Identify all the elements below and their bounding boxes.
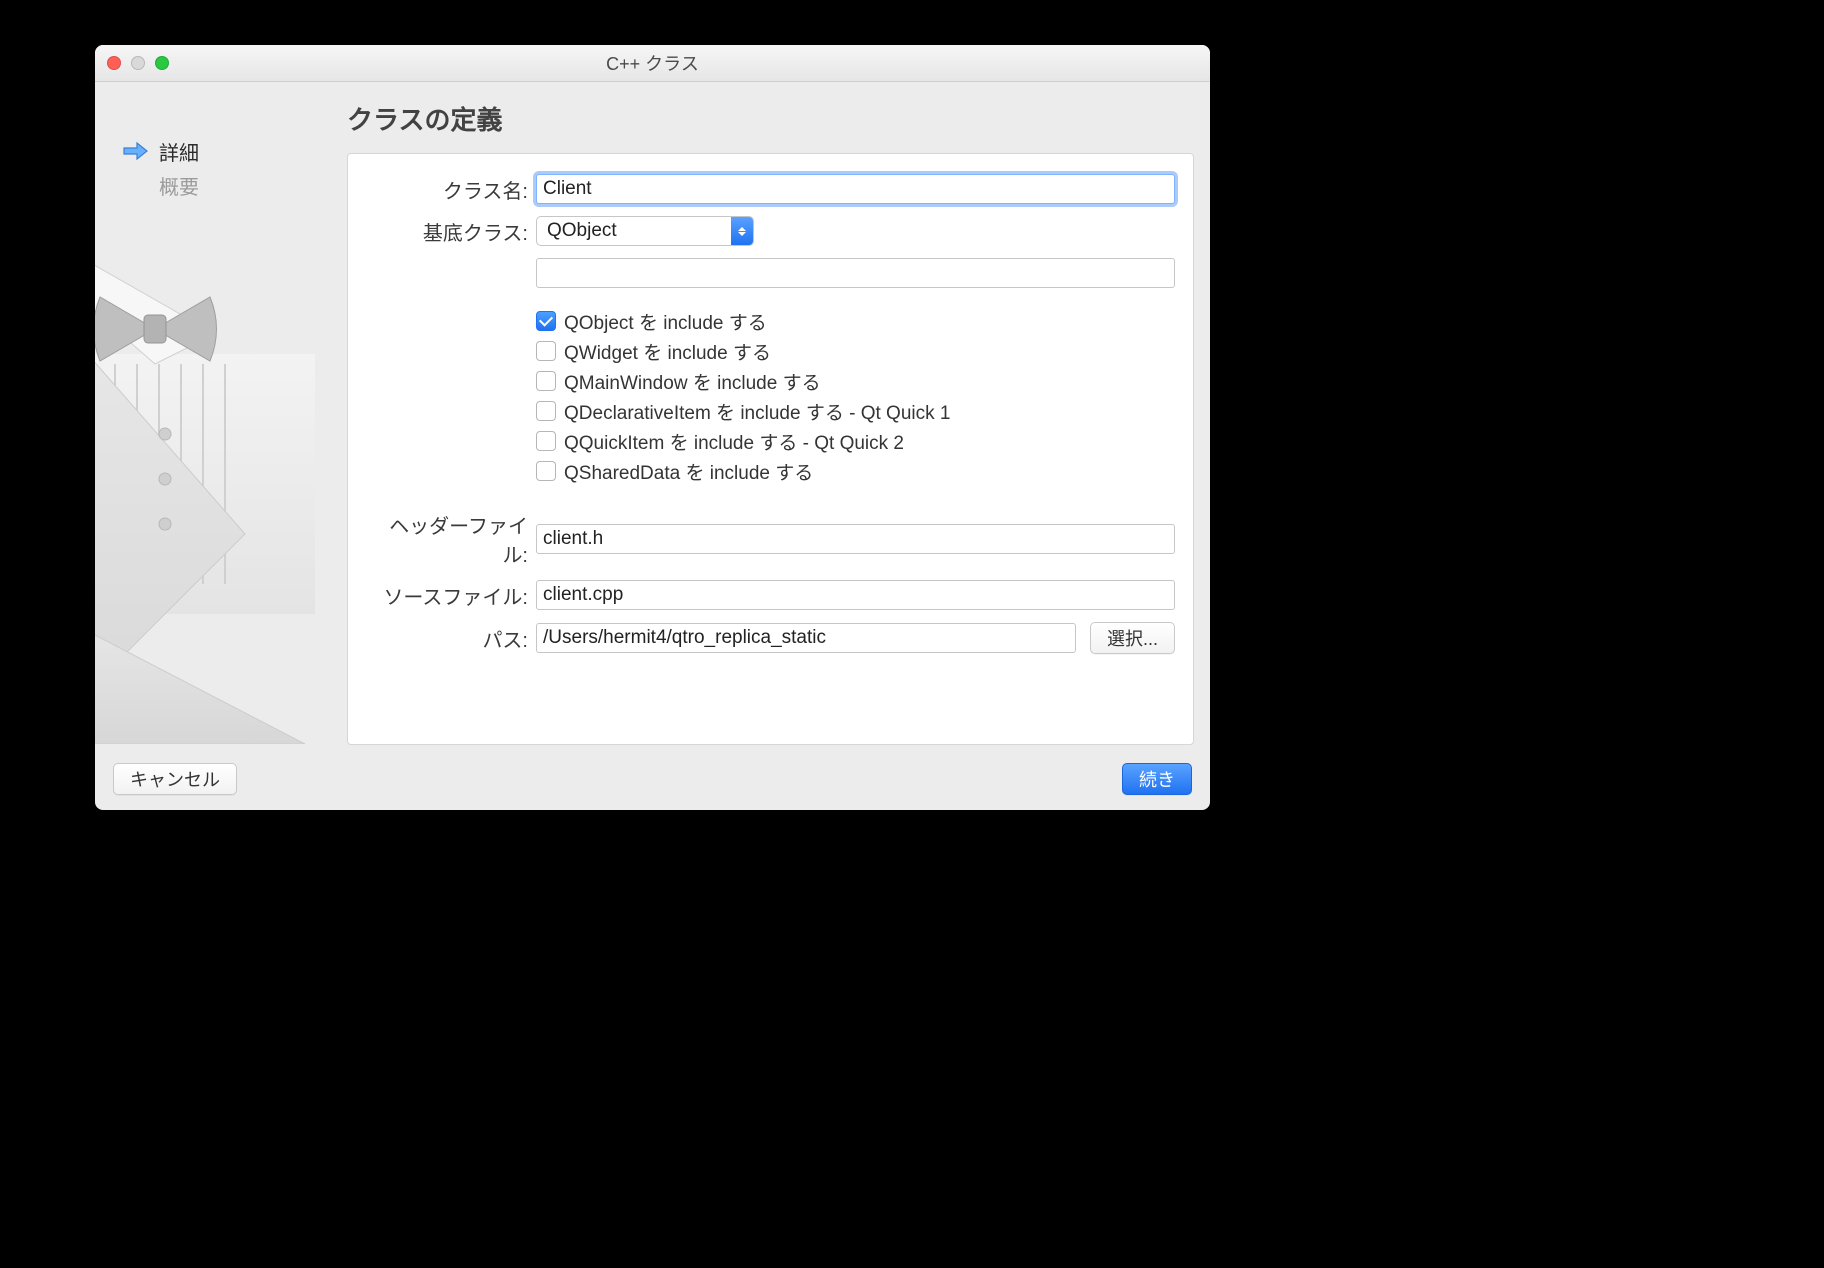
check-include-qdeclarativeitem[interactable]: QDeclarativeItem を include する - Qt Quick… [536,396,1175,426]
check-label: QDeclarativeItem を include する - Qt Quick… [564,398,950,425]
row-extra [366,258,1175,288]
step-label: 詳細 [159,137,199,166]
class-name-label: クラス名: [366,175,536,204]
page-title: クラスの定義 [347,100,1194,137]
checkbox-icon [536,311,556,331]
window-body: 詳細 概要 [95,82,1210,810]
row-source-file: ソースファイル: [366,580,1175,610]
window-controls [107,45,169,81]
base-class-label: 基底クラス: [366,217,536,246]
check-label: QObject を include する [564,308,767,335]
cancel-label: キャンセル [130,766,220,792]
continue-button[interactable]: 続き [1122,763,1192,795]
chevron-updown-icon [731,217,753,245]
titlebar: C++ クラス [95,45,1210,82]
browse-button[interactable]: 選択... [1090,622,1175,654]
step-list: 詳細 概要 [95,134,340,202]
check-label: QWidget を include する [564,338,771,365]
check-label: QSharedData を include する [564,458,813,485]
path-input[interactable] [536,623,1076,653]
main-content: クラスの定義 クラス名: 基底クラス: QObject [347,100,1194,743]
include-checklist: QObject を include する QWidget を include す… [536,306,1175,486]
source-file-label: ソースファイル: [366,581,536,610]
checkbox-icon [536,461,556,481]
check-label: QQuickItem を include する - Qt Quick 2 [564,428,904,455]
close-icon[interactable] [107,56,121,70]
form-panel: クラス名: 基底クラス: QObject [347,153,1194,745]
step-summary[interactable]: 概要 [123,168,340,202]
checkbox-icon [536,431,556,451]
dialog-window: C++ クラス 詳細 概要 [95,45,1210,810]
extra-input[interactable] [536,258,1175,288]
row-header-file: ヘッダーファイル: [366,510,1175,568]
checkbox-icon [536,371,556,391]
check-include-qwidget[interactable]: QWidget を include する [536,336,1175,366]
sidebar: 詳細 概要 [95,82,340,810]
step-label: 概要 [159,171,199,200]
dialog-footer: キャンセル 続き [113,763,1192,795]
check-include-qshareddata[interactable]: QSharedData を include する [536,456,1175,486]
check-include-qquickitem[interactable]: QQuickItem を include する - Qt Quick 2 [536,426,1175,456]
check-include-qobject[interactable]: QObject を include する [536,306,1175,336]
check-include-qmainwindow[interactable]: QMainWindow を include する [536,366,1175,396]
class-name-input[interactable] [536,174,1175,204]
row-path: パス: 選択... [366,622,1175,654]
minimize-icon [131,56,145,70]
check-label: QMainWindow を include する [564,368,821,395]
path-label: パス: [366,624,536,653]
row-base-class: 基底クラス: QObject [366,216,1175,246]
header-file-input[interactable] [536,524,1175,554]
zoom-icon[interactable] [155,56,169,70]
wizard-illustration [95,234,340,744]
source-file-input[interactable] [536,580,1175,610]
cancel-button[interactable]: キャンセル [113,763,237,795]
base-class-select[interactable]: QObject [536,216,754,246]
browse-label: 選択... [1107,625,1158,651]
row-class-name: クラス名: [366,174,1175,204]
window-title: C++ クラス [95,50,1210,76]
checkbox-icon [536,341,556,361]
header-file-label: ヘッダーファイル: [366,510,536,568]
arrow-right-icon [123,141,149,161]
checkbox-icon [536,401,556,421]
base-class-value: QObject [537,220,731,242]
continue-label: 続き [1139,766,1175,792]
step-details[interactable]: 詳細 [123,134,340,168]
